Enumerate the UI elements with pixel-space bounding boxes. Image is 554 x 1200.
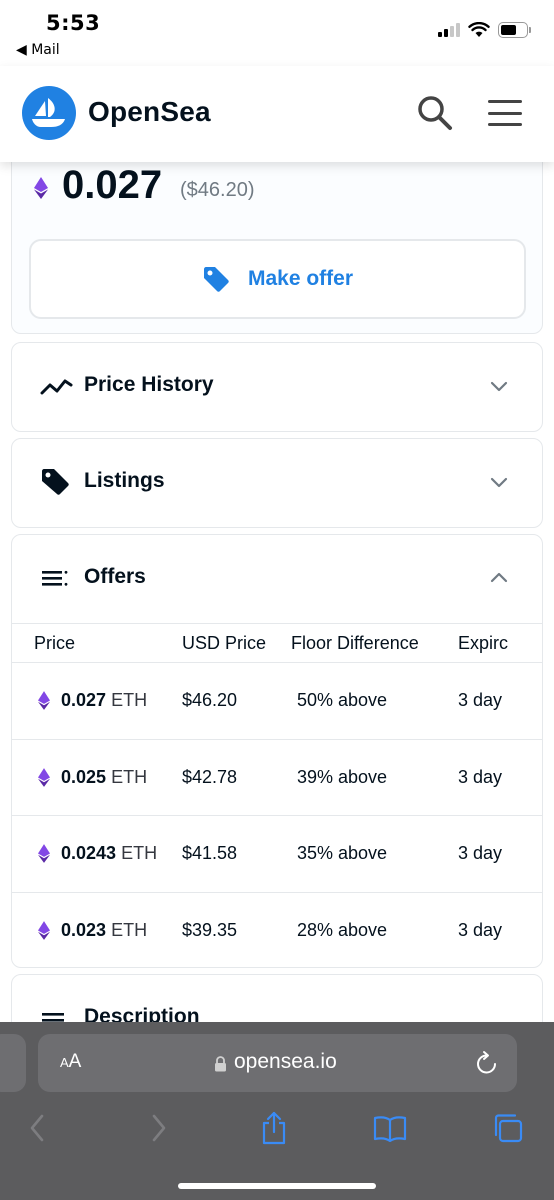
forward-icon[interactable] — [140, 1110, 176, 1146]
address-bar[interactable]: AA opensea.io — [38, 1034, 517, 1092]
offer-floor-difference: 28% above — [297, 919, 388, 940]
offers-title: Offers — [84, 565, 146, 588]
trend-line-icon — [40, 379, 73, 395]
offer-usd-price: $42.78 — [182, 766, 238, 787]
column-header-floor-difference: Floor Difference — [291, 633, 419, 653]
status-time: 5:53 — [46, 11, 101, 35]
make-offer-label: Make offer — [247, 267, 354, 290]
reload-icon[interactable] — [475, 1050, 499, 1076]
back-icon[interactable] — [20, 1110, 56, 1146]
description-title: Description — [84, 1005, 200, 1022]
wifi-icon — [468, 22, 490, 37]
lock-icon — [215, 1056, 226, 1072]
price-card: 0.027 ($46.20) Make offer — [11, 162, 543, 334]
text-size-button[interactable]: AA — [60, 1051, 81, 1073]
chevron-down-icon[interactable] — [490, 473, 508, 491]
site-header: OpenSea — [0, 66, 554, 162]
tag-icon — [203, 267, 229, 292]
offers-table-body: 0.027 ETH $46.20 50% above 3 day 0.025 E… — [12, 663, 542, 969]
listings-panel[interactable]: Listings — [11, 438, 543, 528]
page-content: 0.027 ($46.20) Make offer Price History … — [0, 162, 554, 1022]
status-bar: 5:53 ◀ Mail — [0, 0, 554, 66]
search-icon[interactable] — [416, 94, 454, 132]
home-indicator — [178, 1183, 376, 1189]
table-row: 0.0243 ETH $41.58 35% above 3 day — [12, 816, 542, 893]
list-icon — [42, 1013, 64, 1022]
opensea-logo-icon[interactable] — [22, 86, 76, 140]
offer-floor-difference: 35% above — [297, 843, 388, 863]
description-panel[interactable]: Description — [11, 974, 543, 1022]
battery-icon — [498, 22, 531, 38]
offer-price: 0.027 ETH — [61, 690, 148, 710]
cellular-signal-icon — [438, 23, 460, 37]
current-price: 0.027 — [62, 163, 163, 207]
menu-icon[interactable] — [486, 96, 524, 130]
url-text: opensea.io — [234, 1050, 337, 1073]
back-to-mail-link[interactable]: ◀ Mail — [16, 42, 60, 58]
offer-price: 0.025 ETH — [61, 766, 148, 787]
offer-usd-price: $41.58 — [182, 843, 238, 863]
tabs-icon[interactable] — [490, 1110, 526, 1146]
price-history-panel[interactable]: Price History — [11, 342, 543, 432]
offer-expiration: 3 day — [458, 766, 503, 787]
eth-icon — [34, 177, 48, 199]
offer-floor-difference: 39% above — [297, 766, 388, 787]
eth-icon — [38, 767, 50, 787]
tag-icon — [42, 469, 69, 495]
offer-usd-price: $39.35 — [182, 919, 238, 940]
expiration-column-clip: Expirc — [458, 624, 514, 662]
offer-expiration: 3 day — [458, 690, 503, 710]
offer-expiration: 3 day — [458, 919, 503, 940]
table-row: 0.025 ETH $42.78 39% above 3 day — [12, 740, 542, 816]
eth-icon — [38, 691, 50, 710]
eth-icon — [38, 920, 50, 940]
offers-panel: Offers Price USD Price Floor Difference … — [11, 534, 543, 968]
offers-table-header: Price USD Price Floor Difference Expirc — [12, 623, 542, 663]
chevron-up-icon[interactable] — [490, 569, 508, 587]
offer-price: 0.0243 ETH — [61, 843, 158, 863]
offer-floor-difference: 50% above — [297, 690, 388, 710]
status-icons — [438, 22, 531, 38]
offer-price: 0.023 ETH — [61, 919, 148, 940]
eth-icon — [38, 844, 50, 863]
chevron-down-icon[interactable] — [490, 377, 508, 395]
share-icon[interactable] — [256, 1110, 292, 1146]
table-row: 0.027 ETH $46.20 50% above 3 day — [12, 663, 542, 740]
current-price-usd: ($46.20) — [180, 179, 255, 201]
brand-name[interactable]: OpenSea — [88, 96, 211, 128]
price-history-title: Price History — [84, 373, 214, 396]
column-header-expiration: Expirc — [458, 633, 509, 653]
bookmarks-icon[interactable] — [372, 1110, 408, 1146]
offer-expiration: 3 day — [458, 843, 503, 863]
column-header-usd-price: USD Price — [182, 633, 267, 653]
offers-panel-header[interactable]: Offers — [12, 535, 542, 623]
offer-usd-price: $46.20 — [182, 690, 238, 710]
browser-toolbar: AA opensea.io — [0, 1022, 554, 1200]
table-row: 0.023 ETH $39.35 28% above 3 day — [12, 893, 542, 970]
previous-tab-preview[interactable] — [0, 1034, 26, 1092]
list-icon — [42, 570, 68, 586]
column-header-price: Price — [34, 633, 76, 653]
listings-title: Listings — [84, 469, 165, 492]
make-offer-button[interactable]: Make offer — [29, 239, 526, 319]
